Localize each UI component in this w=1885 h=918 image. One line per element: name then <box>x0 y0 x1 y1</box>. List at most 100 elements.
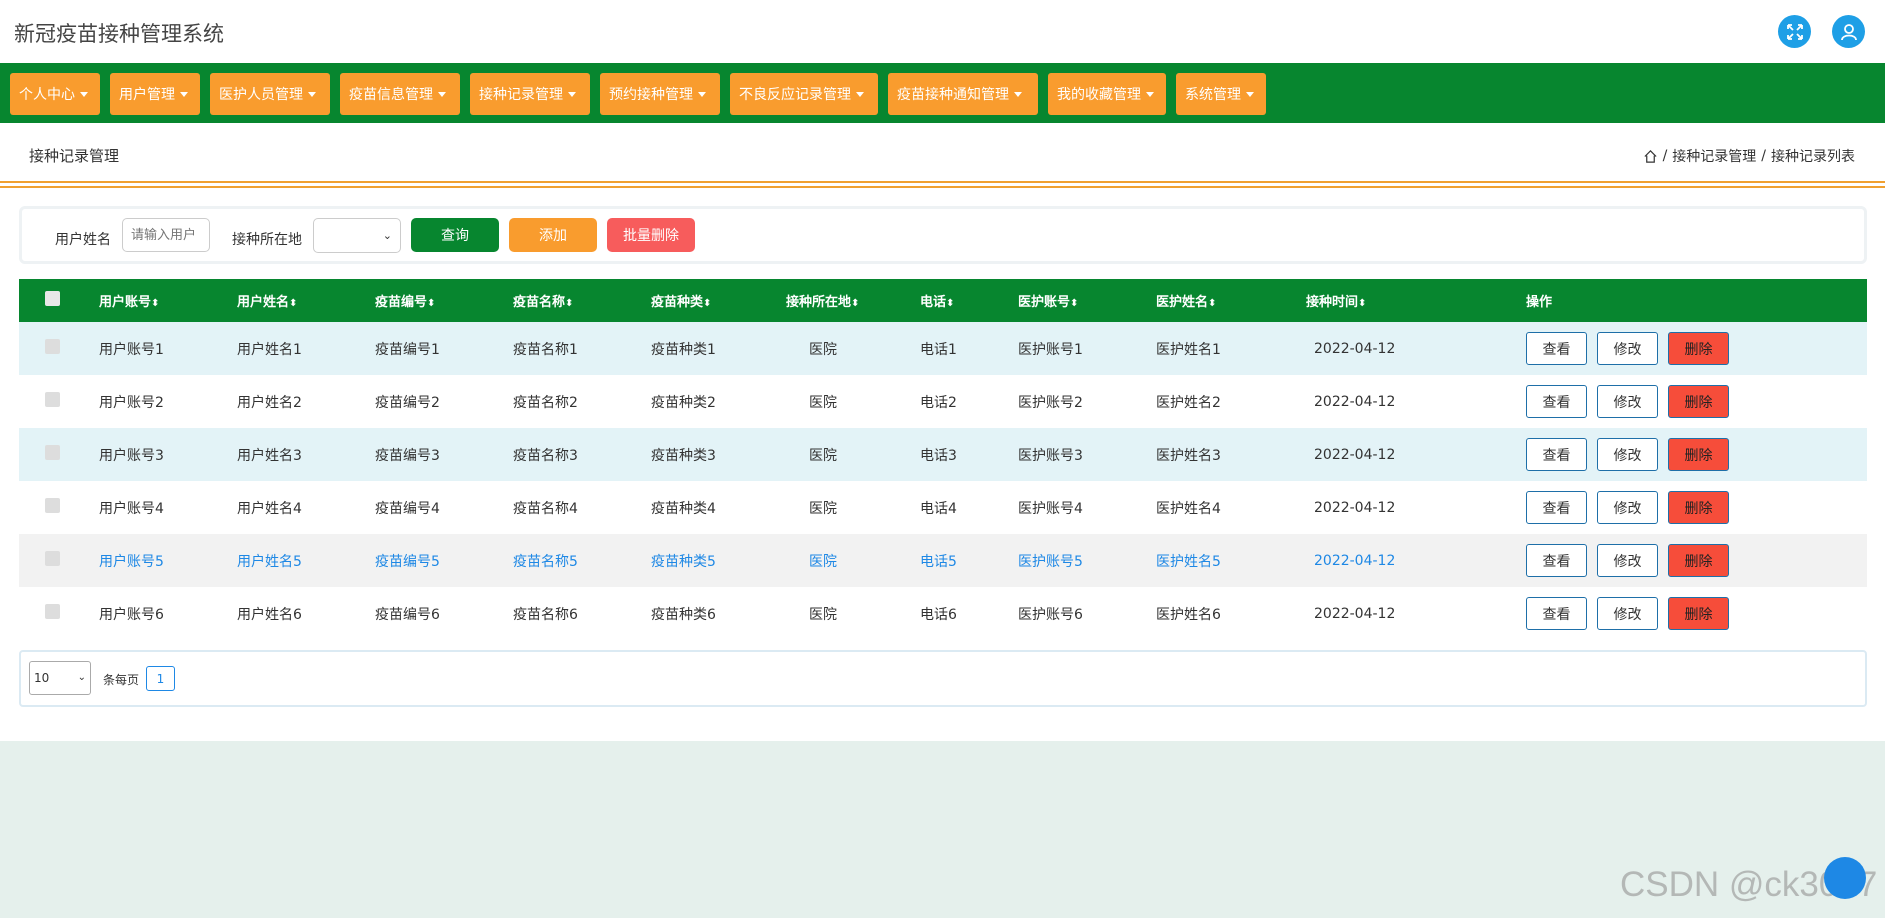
row-checkbox[interactable] <box>45 604 60 619</box>
column-header[interactable]: 接种所在地⬍ <box>786 279 920 322</box>
nav-item-medical-staff[interactable]: 医护人员管理 <box>210 73 330 115</box>
row-actions: 查看 修改 删除 <box>1526 322 1867 375</box>
view-button[interactable]: 查看 <box>1526 385 1587 418</box>
column-header[interactable]: 疫苗编号⬍ <box>375 279 513 322</box>
row-actions: 查看 修改 删除 <box>1526 587 1867 640</box>
table-row[interactable]: 用户账号5 用户姓名5 疫苗编号5 疫苗名称5 疫苗种类5 医院 电话5 医护账号5 医护姓名5… <box>19 534 1867 587</box>
table-cell: 用户账号2 <box>99 394 164 411</box>
edit-button[interactable]: 修改 <box>1597 544 1658 577</box>
per-page-label: 条每页 <box>103 673 140 687</box>
nav-item-system[interactable]: 系统管理 <box>1176 73 1266 115</box>
table-cell: 电话3 <box>920 447 957 464</box>
page-size-select[interactable]: 10 ⌄ <box>29 661 91 695</box>
delete-button[interactable]: 删除 <box>1668 597 1729 630</box>
column-header[interactable]: 电话⬍ <box>920 279 1018 322</box>
table-row[interactable]: 用户账号4 用户姓名4 疫苗编号4 疫苗名称4 疫苗种类4 医院 电话4 医护账号4 医护姓名4… <box>19 481 1867 534</box>
search-name-input[interactable] <box>122 218 210 252</box>
nav-label: 疫苗信息管理 <box>349 87 433 103</box>
select-all-cell <box>19 279 99 322</box>
edit-button[interactable]: 修改 <box>1597 491 1658 524</box>
column-header-label: 接种时间 <box>1306 295 1359 310</box>
fullscreen-icon[interactable] <box>1778 15 1811 48</box>
records-table: 用户账号⬍ 用户姓名⬍ 疫苗编号⬍ 疫苗名称⬍ 疫苗种类⬍ 接种所在地⬍ 电话⬍… <box>19 279 1867 640</box>
table-cell: 疫苗种类2 <box>651 394 716 411</box>
caret-down-icon <box>308 91 316 97</box>
table-row[interactable]: 用户账号2 用户姓名2 疫苗编号2 疫苗名称2 疫苗种类2 医院 电话2 医护账号2 医护姓名2… <box>19 375 1867 428</box>
column-header[interactable]: 用户账号⬍ <box>99 279 237 322</box>
view-button[interactable]: 查看 <box>1526 438 1587 471</box>
location-select[interactable]: ⌄ <box>313 218 401 253</box>
column-header-label: 电话 <box>920 295 947 310</box>
breadcrumb: / 接种记录管理 / 接种记录列表 <box>1643 146 1855 166</box>
row-checkbox[interactable] <box>45 445 60 460</box>
query-button[interactable]: 查询 <box>411 218 499 252</box>
sort-icon: ⬍ <box>1208 298 1217 309</box>
nav-item-favorites[interactable]: 我的收藏管理 <box>1048 73 1166 115</box>
user-avatar-icon[interactable] <box>1832 15 1865 48</box>
row-checkbox[interactable] <box>45 498 60 513</box>
table-row[interactable]: 用户账号1 用户姓名1 疫苗编号1 疫苗名称1 疫苗种类1 医院 电话1 医护账号1 医护姓名1… <box>19 322 1867 375</box>
table-cell: 疫苗编号4 <box>375 500 440 517</box>
table-cell: 2022-04-12 <box>1314 552 1396 569</box>
table-row[interactable]: 用户账号6 用户姓名6 疫苗编号6 疫苗名称6 疫苗种类6 医院 电话6 医护账号6 医护姓名6… <box>19 587 1867 640</box>
table-cell: 医院 <box>809 394 837 411</box>
breadcrumb-item[interactable]: 接种记录管理 <box>1672 146 1756 166</box>
column-header[interactable]: 疫苗种类⬍ <box>651 279 786 322</box>
view-button[interactable]: 查看 <box>1526 332 1587 365</box>
nav-item-vaccine-info[interactable]: 疫苗信息管理 <box>340 73 460 115</box>
table-cell: 电话4 <box>920 500 957 517</box>
delete-button[interactable]: 删除 <box>1668 438 1729 471</box>
edit-button[interactable]: 修改 <box>1597 438 1658 471</box>
nav-item-vaccination-records[interactable]: 接种记录管理 <box>470 73 590 115</box>
row-checkbox[interactable] <box>45 551 60 566</box>
view-button[interactable]: 查看 <box>1526 491 1587 524</box>
nav-item-adverse-reactions[interactable]: 不良反应记录管理 <box>730 73 878 115</box>
table-cell: 医护账号4 <box>1018 500 1083 517</box>
nav-item-user-management[interactable]: 用户管理 <box>110 73 200 115</box>
add-button[interactable]: 添加 <box>509 218 597 252</box>
delete-button[interactable]: 删除 <box>1668 544 1729 577</box>
floating-action-button[interactable] <box>1824 857 1866 899</box>
table-row[interactable]: 用户账号3 用户姓名3 疫苗编号3 疫苗名称3 疫苗种类3 医院 电话3 医护账号3 医护姓名3… <box>19 428 1867 481</box>
page-size-value: 10 <box>34 671 50 685</box>
table-cell: 用户姓名1 <box>237 341 302 358</box>
nav-item-personal-center[interactable]: 个人中心 <box>10 73 100 115</box>
table-cell: 疫苗种类4 <box>651 500 716 517</box>
delete-button[interactable]: 删除 <box>1668 491 1729 524</box>
edit-button[interactable]: 修改 <box>1597 597 1658 630</box>
table-cell: 用户账号5 <box>99 553 164 570</box>
row-checkbox[interactable] <box>45 392 60 407</box>
sort-icon: ⬍ <box>1358 298 1367 309</box>
delete-button[interactable]: 删除 <box>1668 332 1729 365</box>
nav-label: 不良反应记录管理 <box>739 87 851 103</box>
table-cell: 用户账号4 <box>99 500 164 517</box>
table-header-row: 用户账号⬍ 用户姓名⬍ 疫苗编号⬍ 疫苗名称⬍ 疫苗种类⬍ 接种所在地⬍ 电话⬍… <box>19 279 1867 322</box>
table-cell: 医护账号3 <box>1018 447 1083 464</box>
home-icon[interactable] <box>1643 149 1658 164</box>
column-header[interactable]: 用户姓名⬍ <box>237 279 375 322</box>
table-cell: 疫苗名称2 <box>513 394 578 411</box>
table-cell: 用户姓名5 <box>237 553 302 570</box>
batch-delete-button[interactable]: 批量删除 <box>607 218 695 252</box>
column-header[interactable]: 医护账号⬍ <box>1018 279 1156 322</box>
action-header-label: 操作 <box>1526 295 1553 310</box>
delete-button[interactable]: 删除 <box>1668 385 1729 418</box>
breadcrumb-sep: / <box>1662 148 1668 164</box>
edit-button[interactable]: 修改 <box>1597 332 1658 365</box>
page-number-button[interactable]: 1 <box>146 666 175 691</box>
view-button[interactable]: 查看 <box>1526 544 1587 577</box>
caret-down-icon <box>568 91 576 97</box>
column-header[interactable]: 疫苗名称⬍ <box>513 279 651 322</box>
table-cell: 医护账号1 <box>1018 341 1083 358</box>
table-cell: 医护账号5 <box>1018 553 1083 570</box>
nav-item-appointments[interactable]: 预约接种管理 <box>600 73 720 115</box>
edit-button[interactable]: 修改 <box>1597 385 1658 418</box>
column-header[interactable]: 接种时间⬍ <box>1306 279 1526 322</box>
row-checkbox[interactable] <box>45 339 60 354</box>
nav-item-notifications[interactable]: 疫苗接种通知管理 <box>888 73 1038 115</box>
select-all-checkbox[interactable] <box>45 291 60 306</box>
table-cell: 用户姓名4 <box>237 500 302 517</box>
column-header[interactable]: 医护姓名⬍ <box>1156 279 1306 322</box>
table-cell: 电话2 <box>920 394 957 411</box>
view-button[interactable]: 查看 <box>1526 597 1587 630</box>
